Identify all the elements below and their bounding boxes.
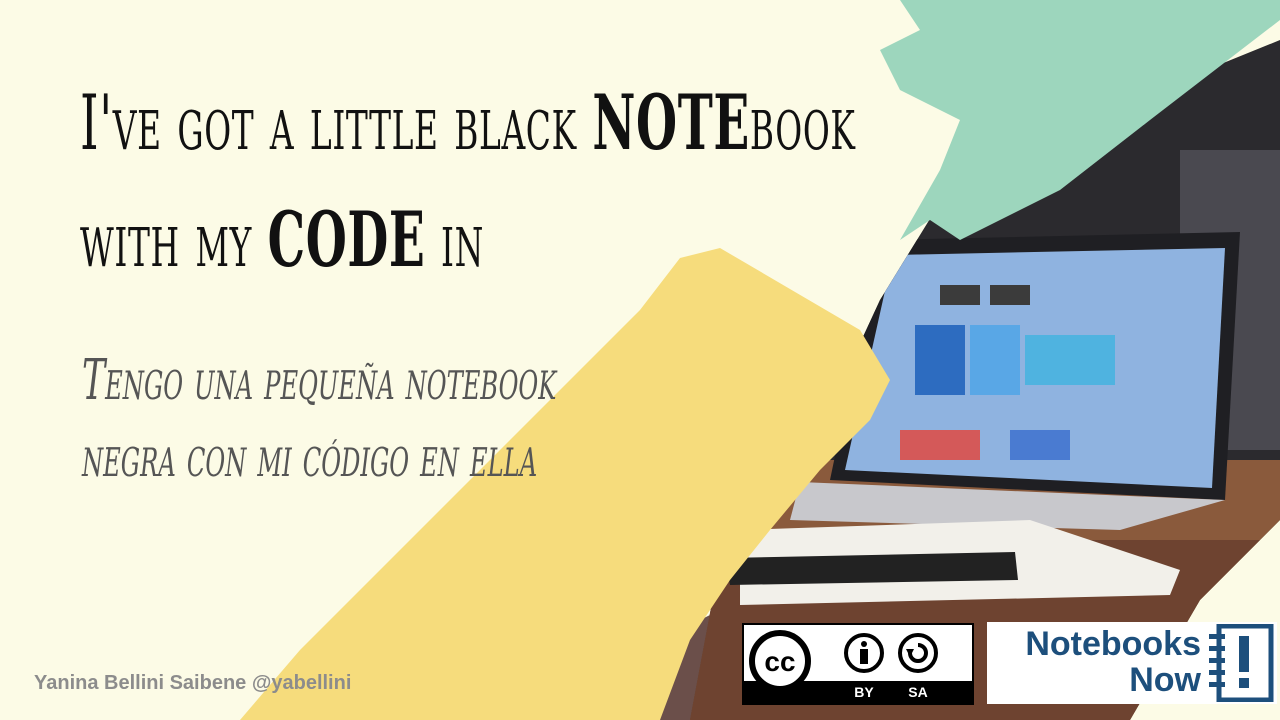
title-line-1: I've got a little black NOTEbook [80,78,1280,167]
title-line-2-prefix: with my [80,195,268,284]
notebooks-now-logo: Notebooks Now [987,622,1277,704]
title-code-bold: CODE [267,195,426,284]
subtitle-line-2: negra con mi código en ella [82,425,538,490]
cc-label: cc [764,646,795,677]
title-line-1-suffix: book [749,78,856,167]
logo-line-2: Now [1129,661,1201,699]
title-line-2-suffix: in [425,195,484,284]
slide: I've got a little black NOTEbook with my… [0,0,1280,720]
author-credit: Yanina Bellini Saibene @yabellini [34,672,352,694]
notebook-exclamation-icon [1209,624,1274,702]
subtitle-line-1: Tengo una pequeña notebook [82,348,557,413]
cc-by-sa-badge: cc BY SA [742,623,974,705]
sa-label: SA [908,684,927,700]
title-line-1-prefix: I've got a little black [80,78,593,167]
by-label: BY [854,684,874,700]
title-note-bold: NOTE [592,78,750,167]
logo-line-1: Notebooks [1025,625,1201,663]
share-alike-icon [898,633,938,673]
title-line-2: with my CODE in [80,195,732,284]
logo-text: Notebooks Now [991,626,1201,698]
